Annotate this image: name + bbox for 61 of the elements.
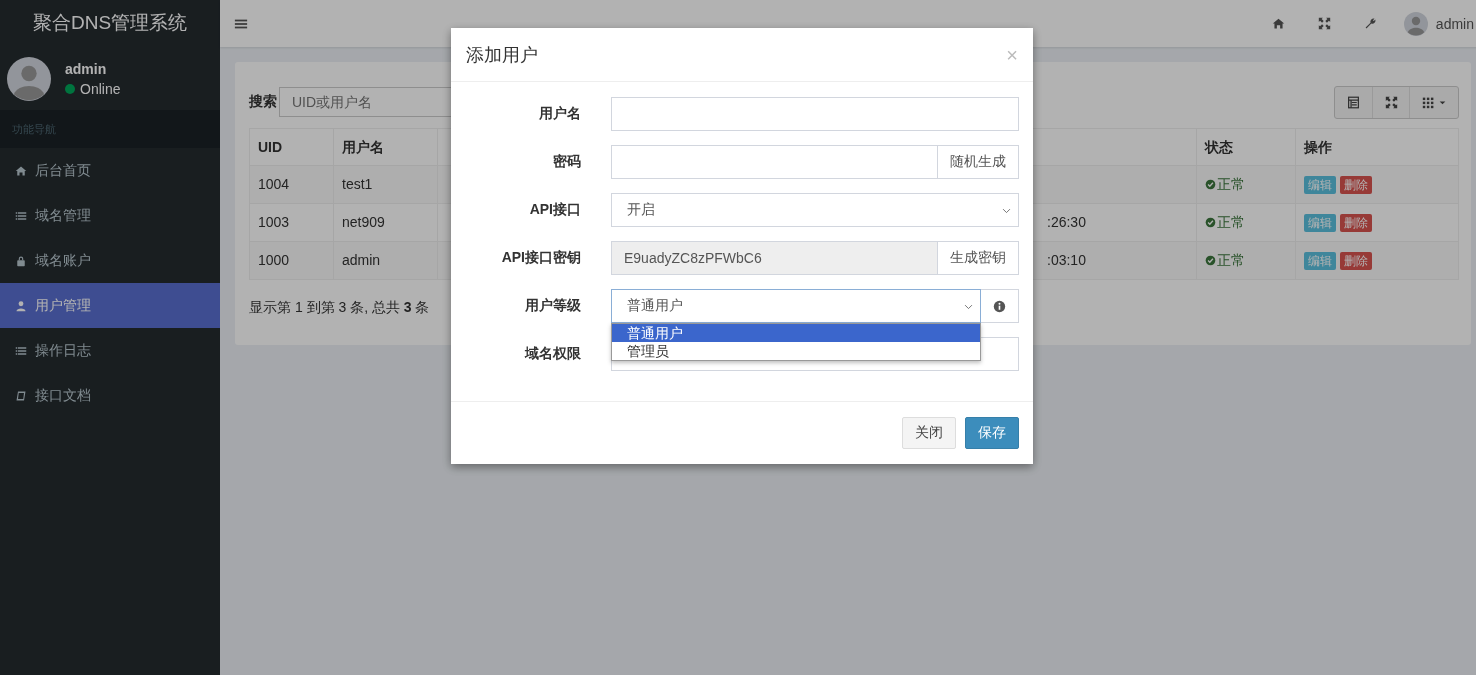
home-icon[interactable]: [1271, 17, 1285, 30]
delete-button[interactable]: 删除: [1340, 176, 1372, 194]
sidebar-item[interactable]: 接口文档: [0, 373, 220, 418]
addon-button[interactable]: 随机生成: [938, 145, 1019, 179]
list-icon: [15, 209, 27, 222]
input-field[interactable]: E9uadyZC8zPFWbC6: [611, 241, 938, 275]
field-label: 用户等级: [524, 297, 581, 315]
save-button[interactable]: 保存: [965, 417, 1019, 449]
user-icon: [15, 299, 27, 312]
pagination-info: 显示第 1 到第 3 条, 总共 3 条: [249, 299, 430, 317]
column-header: 操作: [1303, 138, 1333, 157]
grid-icon: [1421, 95, 1435, 109]
sidebar-item[interactable]: 域名管理: [0, 193, 220, 238]
addon-button[interactable]: 生成密钥: [938, 241, 1019, 275]
delete-button[interactable]: 删除: [1340, 252, 1372, 270]
select-field[interactable]: 普通用户: [611, 289, 981, 323]
sidebar-item[interactable]: 域名账户: [0, 238, 220, 283]
dropdown-option[interactable]: 管理员: [612, 342, 980, 360]
modal-title: 添加用户: [466, 43, 538, 67]
table-cell: admin: [334, 242, 438, 279]
field-label: API接口: [528, 201, 581, 219]
table-cell: 1004: [250, 166, 334, 203]
sidebar-item[interactable]: 用户管理: [0, 283, 220, 328]
check-circle-icon: [1205, 179, 1216, 190]
book-icon: [15, 389, 27, 402]
input-field[interactable]: [611, 145, 938, 179]
table-cell: test1: [334, 166, 438, 203]
sidebar-item[interactable]: 后台首页: [0, 148, 220, 193]
list-icon: [15, 344, 27, 357]
table-icon: [1347, 95, 1360, 109]
expand-icon: [1384, 95, 1398, 109]
online-status: Online: [65, 81, 121, 97]
info-icon[interactable]: [993, 299, 1006, 313]
check-circle-icon: [1205, 217, 1216, 228]
user-name: admin: [65, 61, 108, 77]
check-circle-icon: [1205, 255, 1216, 266]
field-label: 用户名: [538, 105, 581, 123]
table-cell: :26:30: [1047, 214, 1086, 230]
status-text: 正常: [1217, 175, 1245, 194]
app-title: 聚合DNS管理系统: [31, 11, 189, 35]
expand-icon[interactable]: [1317, 17, 1331, 30]
search-label: 搜索: [249, 93, 277, 111]
field-label: 域名权限: [523, 345, 581, 363]
home-icon: [15, 164, 27, 177]
input-field[interactable]: [611, 97, 1019, 131]
user-name[interactable]: admin: [1435, 15, 1474, 32]
table-cell: :03:10: [1047, 252, 1086, 268]
status-text: 正常: [1217, 251, 1245, 270]
sidebar-item[interactable]: 操作日志: [0, 328, 220, 373]
status-text: 正常: [1217, 213, 1245, 232]
select-field[interactable]: 开启: [611, 193, 1019, 227]
delete-button[interactable]: 删除: [1340, 214, 1372, 232]
dropdown-option[interactable]: 普通用户: [612, 324, 980, 342]
wrench-icon[interactable]: [1363, 17, 1377, 30]
avatar-icon[interactable]: [1403, 11, 1428, 36]
table-cell: 1000: [250, 242, 334, 279]
close-button[interactable]: 关闭: [902, 417, 956, 449]
field-label: API接口密钥: [500, 249, 581, 267]
avatar-icon: [7, 57, 51, 101]
lock-icon: [15, 254, 27, 267]
field-label: 密码: [552, 153, 581, 171]
